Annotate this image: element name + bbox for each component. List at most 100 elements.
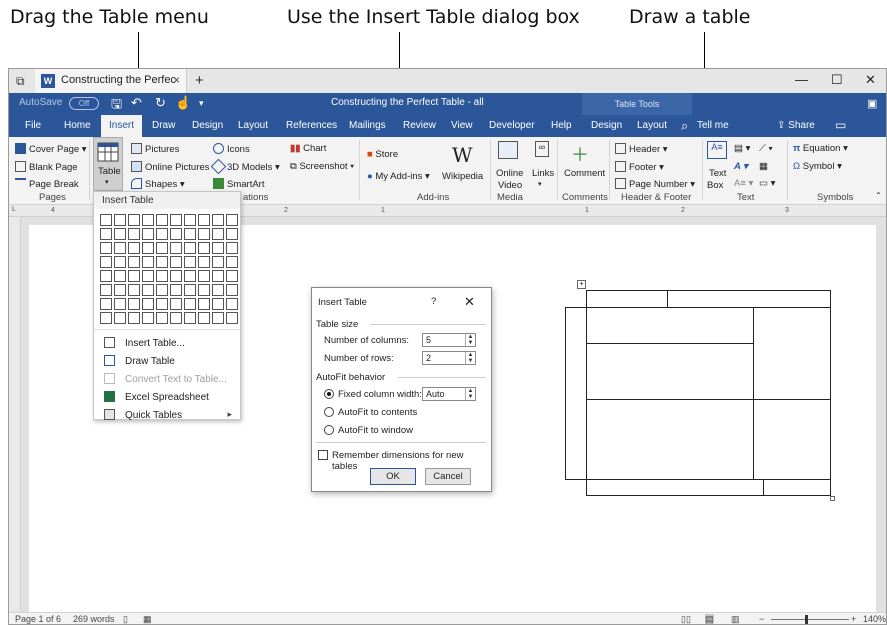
table-grid-cell[interactable] bbox=[198, 228, 210, 240]
online-video-label-1[interactable]: Online bbox=[496, 168, 523, 179]
icons-button[interactable]: Icons bbox=[213, 143, 250, 155]
print-layout-icon[interactable]: ▤ bbox=[705, 614, 714, 624]
table-grid-cell[interactable] bbox=[114, 284, 126, 296]
table-grid-cell[interactable] bbox=[156, 284, 168, 296]
table-grid-cell[interactable] bbox=[114, 312, 126, 324]
autofit-window-radio[interactable] bbox=[324, 425, 334, 435]
help-button[interactable]: ? bbox=[431, 296, 436, 307]
smartart-button[interactable]: SmartArt bbox=[213, 178, 264, 190]
table-grid-cell[interactable] bbox=[226, 242, 238, 254]
new-comment-icon[interactable]: ＋ bbox=[571, 141, 589, 167]
table-grid-cell[interactable] bbox=[100, 284, 112, 296]
table-grid-cell[interactable] bbox=[100, 214, 112, 226]
table-grid-cell[interactable] bbox=[170, 242, 182, 254]
table-grid-cell[interactable] bbox=[226, 214, 238, 226]
table-grid-cell[interactable] bbox=[212, 214, 224, 226]
pictures-button[interactable]: Pictures bbox=[131, 143, 179, 155]
table-grid-cell[interactable] bbox=[184, 228, 196, 240]
vertical-ruler[interactable] bbox=[9, 217, 21, 612]
online-video-label-2[interactable]: Video bbox=[498, 180, 522, 191]
symbol-button[interactable]: Ω Symbol ▾ bbox=[793, 161, 842, 172]
table-grid-cell[interactable] bbox=[128, 270, 140, 282]
remember-dimensions-checkbox[interactable] bbox=[318, 450, 328, 460]
table-grid-cell[interactable] bbox=[184, 284, 196, 296]
spinner-arrows-icon[interactable]: ▲ ▼ bbox=[465, 352, 475, 364]
tab-layout[interactable]: Layout bbox=[238, 120, 268, 131]
table-grid-cell[interactable] bbox=[198, 312, 210, 324]
online-video-icon[interactable] bbox=[498, 141, 518, 159]
zoom-level[interactable]: 140% bbox=[863, 614, 886, 624]
page-number-button[interactable]: Page Number ▾ bbox=[615, 178, 695, 190]
search-icon[interactable]: ⌕ bbox=[681, 118, 688, 134]
tab-table-layout[interactable]: Layout bbox=[637, 120, 667, 131]
table-grid-cell[interactable] bbox=[226, 228, 238, 240]
word-count[interactable]: 269 words bbox=[73, 614, 115, 624]
close-window-button[interactable]: ✕ bbox=[865, 72, 876, 88]
table-grid-cell[interactable] bbox=[226, 312, 238, 324]
table-grid-cell[interactable] bbox=[198, 298, 210, 310]
table-grid-cell[interactable] bbox=[142, 298, 154, 310]
table-grid-cell[interactable] bbox=[184, 256, 196, 268]
excel-spreadsheet-menu-item[interactable]: Excel Spreadsheet bbox=[94, 389, 240, 406]
draw-table-menu-item[interactable]: Draw Table bbox=[94, 353, 240, 370]
macro-icon[interactable]: ▦ bbox=[143, 614, 152, 624]
minimize-button[interactable]: — bbox=[795, 72, 808, 87]
wordart-icon[interactable]: A ▾ bbox=[734, 161, 748, 172]
table-grid-cell[interactable] bbox=[114, 242, 126, 254]
table-grid-cell[interactable] bbox=[184, 214, 196, 226]
quick-tables-menu-item[interactable]: Quick Tables ▸ bbox=[94, 407, 240, 424]
table-grid-cell[interactable] bbox=[212, 228, 224, 240]
drop-cap-icon[interactable]: A≡ ▾ bbox=[734, 178, 753, 189]
online-pictures-button[interactable]: Online Pictures bbox=[131, 161, 209, 173]
tab-review[interactable]: Review bbox=[403, 120, 436, 131]
equation-button[interactable]: π Equation ▾ bbox=[793, 143, 848, 154]
table-grid-cell[interactable] bbox=[114, 228, 126, 240]
table-grid-cell[interactable] bbox=[212, 256, 224, 268]
chart-button[interactable]: ▮▮ Chart bbox=[290, 143, 326, 154]
fixed-width-spinner[interactable]: Auto ▲ ▼ bbox=[422, 387, 476, 401]
table-grid-cell[interactable] bbox=[156, 256, 168, 268]
table-grid-cell[interactable] bbox=[198, 270, 210, 282]
signature-line-icon[interactable]: ⟋ ▾ bbox=[759, 143, 773, 154]
table-grid-cell[interactable] bbox=[170, 214, 182, 226]
links-label[interactable]: Links bbox=[532, 168, 554, 179]
table-grid-cell[interactable] bbox=[128, 228, 140, 240]
3d-models-button[interactable]: 3D Models ▾ bbox=[210, 158, 280, 175]
tell-me-field[interactable]: Tell me bbox=[697, 120, 729, 131]
tab-help[interactable]: Help bbox=[551, 120, 572, 131]
ok-button[interactable]: OK bbox=[370, 468, 416, 485]
table-button[interactable]: Table ▾ bbox=[93, 137, 123, 191]
table-grid-cell[interactable] bbox=[142, 284, 154, 296]
table-grid-cell[interactable] bbox=[114, 256, 126, 268]
maximize-button[interactable]: ☐ bbox=[831, 72, 843, 88]
page-count[interactable]: Page 1 of 6 bbox=[15, 614, 61, 624]
table-grid-cell[interactable] bbox=[170, 256, 182, 268]
table-grid-cell[interactable] bbox=[114, 298, 126, 310]
table-grid-cell[interactable] bbox=[156, 214, 168, 226]
table-grid-cell[interactable] bbox=[128, 256, 140, 268]
new-tab-button[interactable]: + bbox=[195, 72, 204, 89]
table-grid-cell[interactable] bbox=[156, 228, 168, 240]
table-grid-cell[interactable] bbox=[142, 228, 154, 240]
insert-table-menu-item[interactable]: Insert Table... bbox=[94, 335, 240, 352]
quick-parts-icon[interactable]: ▤ ▾ bbox=[734, 143, 750, 154]
rows-spinner[interactable]: 2 ▲ ▼ bbox=[422, 351, 476, 365]
table-grid-cell[interactable] bbox=[142, 312, 154, 324]
table-grid-cell[interactable] bbox=[114, 214, 126, 226]
table-grid-cell[interactable] bbox=[198, 214, 210, 226]
screenshot-button[interactable]: ⧉ Screenshot ▾ bbox=[290, 161, 354, 172]
table-grid-cell[interactable] bbox=[198, 242, 210, 254]
document-tab[interactable]: W Constructing the Perfec × bbox=[35, 69, 187, 93]
table-grid-cell[interactable] bbox=[142, 256, 154, 268]
table-size-grid[interactable] bbox=[100, 214, 238, 324]
table-grid-cell[interactable] bbox=[114, 270, 126, 282]
table-grid-cell[interactable] bbox=[100, 256, 112, 268]
spinner-arrows-icon[interactable]: ▲ ▼ bbox=[465, 388, 475, 400]
comments-icon[interactable]: ▭ bbox=[835, 118, 846, 132]
blank-page-button[interactable]: Blank Page bbox=[15, 161, 78, 173]
table-grid-cell[interactable] bbox=[198, 284, 210, 296]
table-grid-cell[interactable] bbox=[100, 242, 112, 254]
table-grid-cell[interactable] bbox=[142, 270, 154, 282]
autosave-toggle[interactable]: Off bbox=[69, 97, 99, 110]
table-grid-cell[interactable] bbox=[184, 270, 196, 282]
